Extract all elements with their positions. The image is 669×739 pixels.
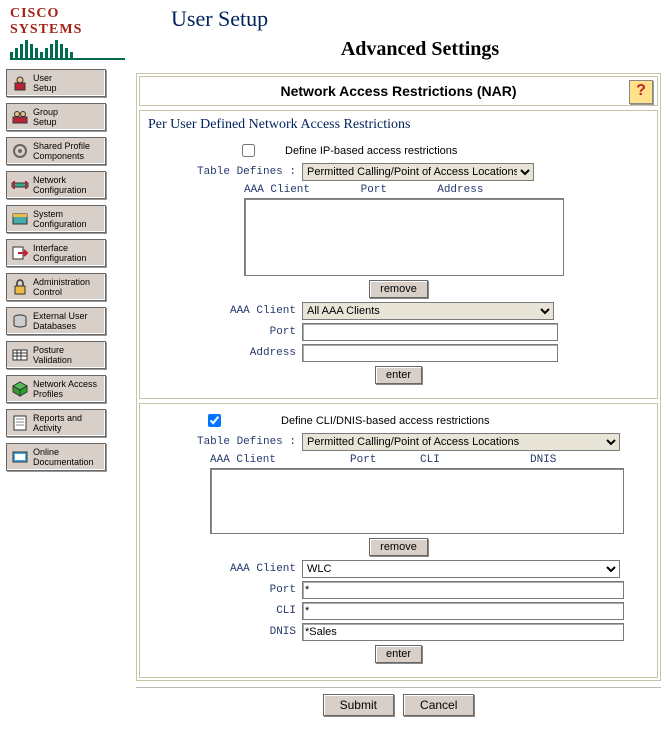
sidebar-item-external-user-db[interactable]: External UserDatabases (6, 307, 106, 335)
cli-enter-button[interactable]: enter (375, 645, 422, 663)
help-icon[interactable]: ? (629, 80, 653, 104)
report-icon (9, 412, 31, 434)
sidebar-item-system-config[interactable]: SystemConfiguration (6, 205, 106, 233)
cli-aaa-client-label: AAA Client (146, 563, 302, 575)
cli-option-label: Define CLI/DNIS-based access restriction… (281, 415, 489, 427)
cli-port-label: Port (146, 584, 302, 596)
cli-table-defines-select[interactable]: Permitted Calling/Point of Access Locati… (302, 433, 620, 451)
sidebar-item-reports-activity[interactable]: Reports andActivity (6, 409, 106, 437)
brand-text: CISCO SYSTEMS (10, 6, 125, 38)
ip-aaa-client-select[interactable]: All AAA Clients (302, 302, 554, 320)
ip-enter-button[interactable]: enter (375, 366, 422, 384)
nar-panel-header: Network Access Restrictions (NAR) ? (139, 76, 658, 106)
sidebar-item-posture-validation[interactable]: PostureValidation (6, 341, 106, 369)
sidebar-item-shared-profile[interactable]: Shared ProfileComponents (6, 137, 106, 165)
sidebar-item-user-setup[interactable]: UserSetup (6, 69, 106, 97)
ip-restrictions-listbox[interactable] (244, 198, 564, 276)
database-icon (9, 310, 31, 332)
ip-aaa-client-label: AAA Client (146, 305, 302, 317)
cli-port-input[interactable] (302, 581, 624, 599)
cli-remove-button[interactable]: remove (369, 538, 428, 556)
page-title: User Setup (171, 6, 669, 32)
cli-dnis-label: DNIS (146, 626, 302, 638)
sidebar-item-group-setup[interactable]: GroupSetup (6, 103, 106, 131)
cisco-logo: CISCO SYSTEMS (0, 2, 131, 62)
lock-icon (9, 276, 31, 298)
cli-restrictions-listbox[interactable] (210, 468, 624, 534)
cli-table-defines-label: Table Defines : (146, 436, 302, 448)
sidebar: UserSetup GroupSetup Shared ProfileCompo… (0, 63, 122, 726)
cli-cli-input[interactable] (302, 602, 624, 620)
sidebar-item-network-config[interactable]: NetworkConfiguration (6, 171, 106, 199)
cli-column-headers: AAA Client Port CLI DNIS (210, 454, 651, 466)
sidebar-item-network-access-profiles[interactable]: Network AccessProfiles (6, 375, 106, 403)
footer-button-row: Submit Cancel (136, 687, 661, 726)
cli-dnis-input[interactable] (302, 623, 624, 641)
cube-icon (9, 378, 31, 400)
ip-port-label: Port (146, 326, 302, 338)
system-icon (9, 208, 31, 230)
ip-remove-button[interactable]: remove (369, 280, 428, 298)
nar-panel-title: Network Access Restrictions (NAR) (281, 83, 517, 99)
cancel-button[interactable]: Cancel (403, 694, 474, 716)
cli-aaa-client-select[interactable]: WLC (302, 560, 620, 578)
ip-option-label: Define IP-based access restrictions (285, 145, 457, 157)
sidebar-item-interface-config[interactable]: InterfaceConfiguration (6, 239, 106, 267)
sidebar-item-administration-control[interactable]: AdministrationControl (6, 273, 106, 301)
ip-port-input[interactable] (302, 323, 558, 341)
sidebar-item-online-documentation[interactable]: OnlineDocumentation (6, 443, 106, 471)
interface-icon (9, 242, 31, 264)
cli-restrictions-panel: Define CLI/DNIS-based access restriction… (139, 403, 658, 678)
ip-table-defines-select[interactable]: Permitted Calling/Point of Access Locati… (302, 163, 534, 181)
ip-column-headers: AAA Client Port Address (244, 184, 651, 196)
ip-table-defines-label: Table Defines : (146, 166, 302, 178)
network-icon (9, 174, 31, 196)
ip-address-input[interactable] (302, 344, 558, 362)
cli-enable-checkbox[interactable] (208, 414, 221, 427)
gear-icon (9, 140, 31, 162)
nar-panel: Network Access Restrictions (NAR) ? Per … (136, 73, 661, 681)
grid-icon (9, 344, 31, 366)
ip-section-title: Per User Defined Network Access Restrict… (148, 117, 651, 133)
doc-icon (9, 446, 31, 468)
cisco-bars-icon (10, 40, 125, 60)
submit-button[interactable]: Submit (323, 694, 394, 716)
content-area: Network Access Restrictions (NAR) ? Per … (122, 63, 669, 726)
group-icon (9, 106, 31, 128)
ip-restrictions-panel: Per User Defined Network Access Restrict… (139, 110, 658, 399)
user-icon (9, 72, 31, 94)
ip-address-label: Address (146, 347, 302, 359)
cli-cli-label: CLI (146, 605, 302, 617)
page-subtitle: Advanced Settings (171, 38, 669, 61)
ip-enable-checkbox[interactable] (242, 144, 255, 157)
